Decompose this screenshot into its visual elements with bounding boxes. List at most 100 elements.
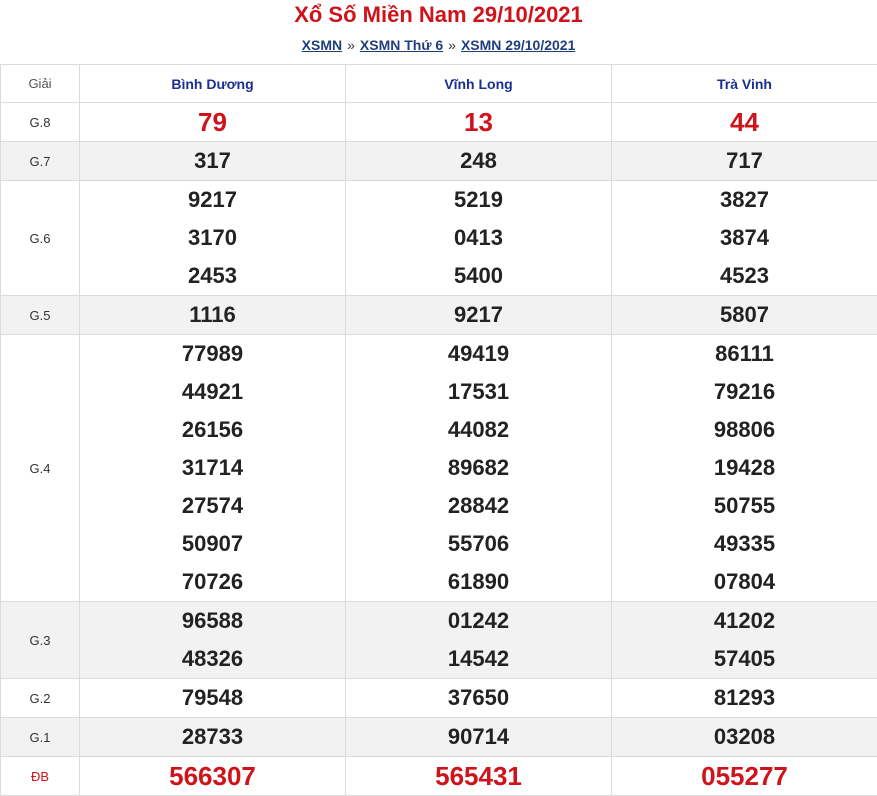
prize-column-header: Giải bbox=[1, 65, 80, 103]
prize-number: 19428 bbox=[612, 449, 877, 487]
province-header-vinh-long[interactable]: Vĩnh Long bbox=[346, 65, 612, 103]
prize-cell: 921731702453 bbox=[80, 181, 346, 296]
prize-cell: 77989449212615631714275745090770726 bbox=[80, 335, 346, 602]
table-row: G.47798944921261563171427574509077072649… bbox=[1, 335, 877, 602]
prize-number: 055277 bbox=[612, 757, 877, 795]
prize-number: 79 bbox=[80, 103, 345, 141]
prize-number: 4523 bbox=[612, 257, 877, 295]
prize-cell: 565431 bbox=[346, 757, 612, 796]
breadcrumb: XSMN»XSMN Thứ 6»XSMN 29/10/2021 bbox=[0, 30, 877, 64]
prize-number: 0413 bbox=[346, 219, 611, 257]
prize-cell: 28733 bbox=[80, 718, 346, 757]
table-row: G.3965884832601242145424120257405 bbox=[1, 602, 877, 679]
prize-label: G.2 bbox=[1, 679, 80, 718]
prize-number: 98806 bbox=[612, 411, 877, 449]
lottery-page: Xổ Số Miền Nam 29/10/2021 XSMN»XSMN Thứ … bbox=[0, 0, 877, 796]
prize-cell: 79548 bbox=[80, 679, 346, 718]
prize-number: 90714 bbox=[346, 718, 611, 756]
prize-number: 79216 bbox=[612, 373, 877, 411]
prize-number: 50907 bbox=[80, 525, 345, 563]
prize-number: 57405 bbox=[612, 640, 877, 678]
prize-cell: 9217 bbox=[346, 296, 612, 335]
prize-number: 44082 bbox=[346, 411, 611, 449]
prize-cell: 521904135400 bbox=[346, 181, 612, 296]
prize-number: 17531 bbox=[346, 373, 611, 411]
prize-cell: 317 bbox=[80, 142, 346, 181]
prize-number: 565431 bbox=[346, 757, 611, 795]
prize-number: 48326 bbox=[80, 640, 345, 678]
breadcrumb-xsmn-date[interactable]: XSMN 29/10/2021 bbox=[461, 37, 575, 53]
prize-number: 81293 bbox=[612, 679, 877, 717]
province-header-tra-vinh: Trà Vinh bbox=[612, 65, 877, 103]
prize-number: 5219 bbox=[346, 181, 611, 219]
province-header-binh-duong[interactable]: Bình Dương bbox=[80, 65, 346, 103]
prize-number: 3170 bbox=[80, 219, 345, 257]
results-table: Giải Bình Dương Vĩnh Long Trà Vinh G.879… bbox=[0, 64, 877, 796]
prize-cell: 86111792169880619428507554933507804 bbox=[612, 335, 877, 602]
prize-number: 27574 bbox=[80, 487, 345, 525]
prize-number: 28733 bbox=[80, 718, 345, 756]
prize-number: 03208 bbox=[612, 718, 877, 756]
prize-number: 89682 bbox=[346, 449, 611, 487]
prize-number: 717 bbox=[612, 142, 877, 180]
prize-cell: 566307 bbox=[80, 757, 346, 796]
prize-label: G.6 bbox=[1, 181, 80, 296]
prize-number: 41202 bbox=[612, 602, 877, 640]
prize-number: 2453 bbox=[80, 257, 345, 295]
prize-number: 9217 bbox=[346, 296, 611, 334]
prize-number: 77989 bbox=[80, 335, 345, 373]
table-row: ĐB566307565431055277 bbox=[1, 757, 877, 796]
table-row: G.1287339071403208 bbox=[1, 718, 877, 757]
prize-number: 3874 bbox=[612, 219, 877, 257]
table-row: G.7317248717 bbox=[1, 142, 877, 181]
prize-number: 28842 bbox=[346, 487, 611, 525]
prize-number: 70726 bbox=[80, 563, 345, 601]
prize-number: 96588 bbox=[80, 602, 345, 640]
prize-number: 44921 bbox=[80, 373, 345, 411]
prize-label: G.3 bbox=[1, 602, 80, 679]
prize-cell: 37650 bbox=[346, 679, 612, 718]
breadcrumb-xsmn-thu-6[interactable]: XSMN Thứ 6 bbox=[360, 37, 443, 53]
prize-number: 07804 bbox=[612, 563, 877, 601]
prize-number: 5400 bbox=[346, 257, 611, 295]
prize-number: 37650 bbox=[346, 679, 611, 717]
prize-number: 50755 bbox=[612, 487, 877, 525]
prize-number: 26156 bbox=[80, 411, 345, 449]
prize-cell: 1116 bbox=[80, 296, 346, 335]
prize-label: G.1 bbox=[1, 718, 80, 757]
prize-label: G.5 bbox=[1, 296, 80, 335]
prize-cell: 4120257405 bbox=[612, 602, 877, 679]
breadcrumb-xsmn[interactable]: XSMN bbox=[302, 37, 342, 53]
prize-cell: 90714 bbox=[346, 718, 612, 757]
prize-number: 49335 bbox=[612, 525, 877, 563]
prize-number: 55706 bbox=[346, 525, 611, 563]
prize-number: 01242 bbox=[346, 602, 611, 640]
prize-label: ĐB bbox=[1, 757, 80, 796]
prize-number: 13 bbox=[346, 103, 611, 141]
table-row: G.8791344 bbox=[1, 103, 877, 142]
table-row: G.2795483765081293 bbox=[1, 679, 877, 718]
table-row: G.6921731702453521904135400382738744523 bbox=[1, 181, 877, 296]
table-row: G.5111692175807 bbox=[1, 296, 877, 335]
prize-number: 61890 bbox=[346, 563, 611, 601]
prize-label: G.8 bbox=[1, 103, 80, 142]
prize-cell: 055277 bbox=[612, 757, 877, 796]
prize-number: 79548 bbox=[80, 679, 345, 717]
prize-cell: 382738744523 bbox=[612, 181, 877, 296]
prize-number: 317 bbox=[80, 142, 345, 180]
prize-cell: 9658848326 bbox=[80, 602, 346, 679]
prize-label: G.4 bbox=[1, 335, 80, 602]
prize-number: 14542 bbox=[346, 640, 611, 678]
prize-cell: 717 bbox=[612, 142, 877, 181]
prize-number: 5807 bbox=[612, 296, 877, 334]
prize-cell: 49419175314408289682288425570661890 bbox=[346, 335, 612, 602]
prize-cell: 79 bbox=[80, 103, 346, 142]
prize-cell: 5807 bbox=[612, 296, 877, 335]
prize-number: 3827 bbox=[612, 181, 877, 219]
prize-cell: 0124214542 bbox=[346, 602, 612, 679]
prize-number: 566307 bbox=[80, 757, 345, 795]
prize-cell: 03208 bbox=[612, 718, 877, 757]
results-body: G.8791344G.7317248717G.69217317024535219… bbox=[1, 103, 877, 796]
prize-number: 49419 bbox=[346, 335, 611, 373]
table-header-row: Giải Bình Dương Vĩnh Long Trà Vinh bbox=[1, 65, 877, 103]
